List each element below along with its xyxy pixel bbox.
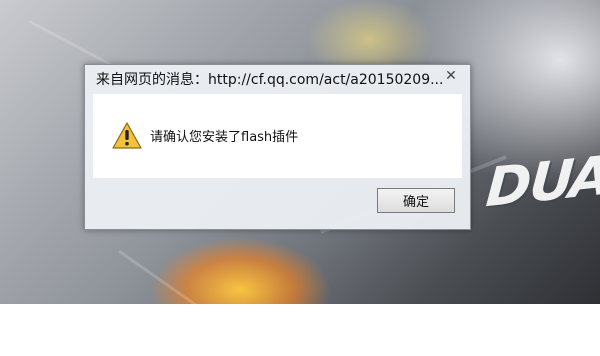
dialog-title: 来自网页的消息：http://cf.qq.com/act/a20150209..…	[96, 72, 444, 88]
dialog-titlebar[interactable]: 来自网页的消息：http://cf.qq.com/act/a20150209..…	[85, 65, 470, 91]
background-brand-text: DUA	[483, 143, 600, 220]
dialog-message: 请确认您安装了flash插件	[150, 130, 299, 145]
background-light-streak	[118, 250, 268, 356]
dialog-content: 请确认您安装了flash插件	[93, 94, 462, 178]
ok-button[interactable]: 确定	[377, 188, 455, 213]
close-icon: ✕	[445, 68, 457, 84]
close-button[interactable]: ✕	[438, 67, 464, 85]
warning-icon	[112, 122, 142, 149]
message-dialog: 来自网页的消息：http://cf.qq.com/act/a20150209..…	[84, 64, 471, 230]
